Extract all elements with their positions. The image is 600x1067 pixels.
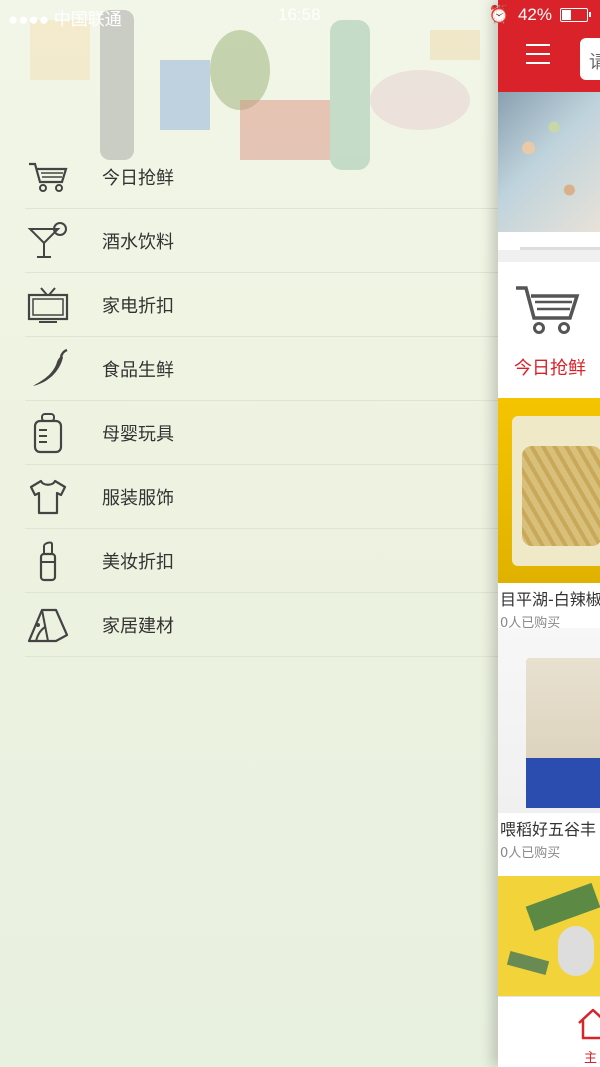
bottom-tab-bar: 主 xyxy=(498,996,600,1067)
home-icon[interactable] xyxy=(576,1007,600,1045)
battery-icon xyxy=(560,8,591,22)
menu-item-label: 家居建材 xyxy=(102,615,174,637)
category-today-deals[interactable]: 今日抢鲜 xyxy=(498,262,600,392)
battery-percent: 42% xyxy=(517,5,552,24)
cart-icon xyxy=(25,154,71,200)
menu-item-label: 美妆折扣 xyxy=(102,551,174,573)
search-placeholder: 请 xyxy=(589,52,600,73)
menu-item-label: 酒水饮料 xyxy=(102,231,174,253)
menu-item-label: 服装服饰 xyxy=(102,487,174,509)
lipstick-icon xyxy=(25,538,71,584)
product-image xyxy=(498,398,600,583)
cart-icon xyxy=(514,284,584,340)
product-title: 目平湖-白辣椒 xyxy=(500,590,600,609)
menu-item-appliances[interactable]: 家电折扣 xyxy=(25,273,498,337)
menu-item-food[interactable]: 食品生鲜 xyxy=(25,337,498,401)
menu-item-clothing[interactable]: 服装服饰 xyxy=(25,465,498,529)
tab-home-label[interactable]: 主 xyxy=(584,1047,597,1066)
menu-item-drinks[interactable]: 酒水饮料 xyxy=(25,209,498,273)
product-sold-count: 0人已购买 xyxy=(500,846,561,861)
promo-banner[interactable] xyxy=(498,876,600,996)
cocktail-icon xyxy=(25,218,71,264)
product-image xyxy=(498,628,600,813)
chili-icon xyxy=(25,346,71,392)
menu-item-label: 今日抢鲜 xyxy=(102,167,174,189)
menu-item-home-building[interactable]: 家居建材 xyxy=(25,593,498,657)
menu-item-today-deals[interactable]: 今日抢鲜 xyxy=(25,145,498,209)
hamburger-menu-icon[interactable] xyxy=(526,44,550,64)
status-bar: ●●●● 中国联通 16:58 ⏰ 42% xyxy=(0,0,600,30)
carrier-label: ●●●● 中国联通 xyxy=(8,10,122,29)
alarm-icon: ⏰ xyxy=(488,5,510,24)
tent-icon xyxy=(25,602,71,648)
tshirt-icon xyxy=(25,474,71,520)
side-drawer: 今日抢鲜 酒水饮料 家电折扣 食品生鲜 母婴玩具 服装服饰 美妆折扣 家居建材 xyxy=(0,0,498,1067)
megaphone-icon xyxy=(558,926,594,976)
search-input[interactable]: 请 xyxy=(580,38,600,80)
baby-bottle-icon xyxy=(25,410,71,456)
menu-item-label: 食品生鲜 xyxy=(102,359,174,381)
product-title: 喂稻好五谷丰 xyxy=(500,820,597,839)
category-label: 今日抢鲜 xyxy=(514,358,586,379)
banner-image[interactable] xyxy=(498,92,600,232)
menu-item-label: 母婴玩具 xyxy=(102,423,174,445)
clock: 16:58 xyxy=(278,5,321,24)
drawer-menu: 今日抢鲜 酒水饮料 家电折扣 食品生鲜 母婴玩具 服装服饰 美妆折扣 家居建材 xyxy=(0,145,498,657)
tv-icon xyxy=(25,282,71,328)
status-right: ⏰ 42% xyxy=(488,5,591,25)
main-content[interactable]: 请 今日抢鲜 目平湖-白辣椒 0人已购买 喂稻好五谷丰 0人已购买 主 xyxy=(498,0,600,1067)
menu-item-label: 家电折扣 xyxy=(102,295,174,317)
menu-item-cosmetics[interactable]: 美妆折扣 xyxy=(25,529,498,593)
menu-item-baby-toys[interactable]: 母婴玩具 xyxy=(25,401,498,465)
